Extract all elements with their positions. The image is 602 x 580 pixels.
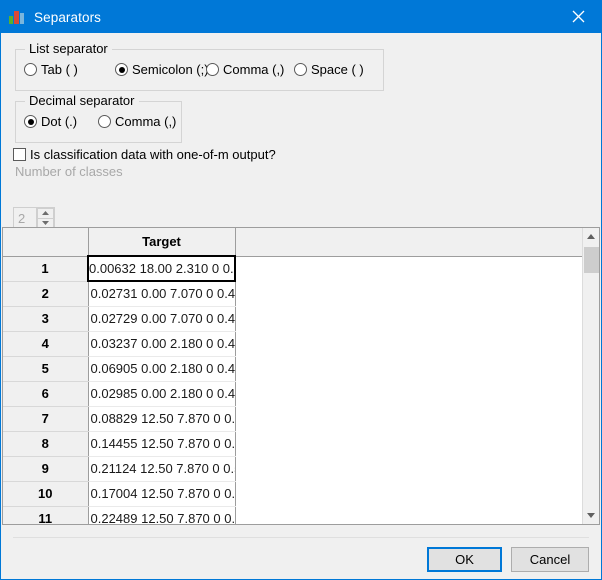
radio-dot-icon [24, 115, 37, 128]
radio-decimal-comma[interactable]: Comma (,) [98, 114, 176, 129]
row-number[interactable]: 10 [3, 481, 89, 507]
row-number[interactable]: 9 [3, 456, 89, 482]
radio-comma[interactable]: Comma (,) [206, 62, 284, 77]
radio-dot-icon [206, 63, 219, 76]
radio-dot-label: Dot (.) [41, 114, 78, 129]
row-number[interactable]: 3 [3, 306, 89, 332]
row-number[interactable]: 11 [3, 506, 89, 524]
preview-table: Target 10.00632 18.00 2.310 0 0.5380 620… [3, 228, 584, 524]
scroll-up-icon[interactable] [583, 228, 599, 245]
empty-cell[interactable] [235, 356, 584, 381]
list-separator-legend: List separator [25, 41, 112, 56]
target-cell[interactable]: 0.03237 0.00 2.180 0 0.4580 6 [88, 331, 236, 357]
checkbox-icon [13, 148, 26, 161]
target-cell[interactable]: 0.02731 0.00 7.070 0 0.4690 6 [88, 281, 236, 307]
column-header-empty[interactable] [235, 228, 584, 257]
empty-cell[interactable] [235, 506, 584, 524]
empty-cell[interactable] [235, 431, 584, 456]
classification-checkbox[interactable]: Is classification data with one-of-m out… [13, 147, 276, 162]
cancel-button[interactable]: Cancel [511, 547, 589, 572]
radio-space[interactable]: Space ( ) [294, 62, 364, 77]
target-cell[interactable]: 0.02985 0.00 2.180 0 0.4580 6 [88, 381, 236, 407]
close-icon[interactable] [555, 1, 601, 32]
column-header-rownum[interactable] [3, 228, 89, 257]
row-number[interactable]: 2 [3, 281, 89, 307]
vertical-scrollbar[interactable] [582, 228, 599, 524]
empty-cell[interactable] [235, 406, 584, 431]
table-row[interactable]: 110.22489 12.50 7.870 0 0.5240 [3, 506, 584, 524]
empty-cell[interactable] [235, 456, 584, 481]
column-header-target[interactable]: Target [88, 228, 236, 257]
stepper-arrows[interactable] [36, 208, 54, 228]
number-of-classes-stepper[interactable]: 2 [13, 207, 55, 229]
empty-cell[interactable] [235, 481, 584, 506]
row-number[interactable]: 6 [3, 381, 89, 407]
dialog-body: List separator Tab ( ) Semicolon (;) Com… [1, 33, 601, 579]
classification-checkbox-label: Is classification data with one-of-m out… [30, 147, 276, 162]
table-header-row: Target [3, 228, 584, 257]
list-separator-group: List separator Tab ( ) Semicolon (;) Com… [15, 41, 384, 91]
radio-dot-icon [294, 63, 307, 76]
table-row[interactable]: 60.02985 0.00 2.180 0 0.4580 6 [3, 381, 584, 407]
empty-cell[interactable] [235, 381, 584, 406]
radio-tab[interactable]: Tab ( ) [24, 62, 78, 77]
empty-cell[interactable] [235, 306, 584, 331]
table-row[interactable]: 30.02729 0.00 7.070 0 0.4690 7 [3, 306, 584, 332]
table-row[interactable]: 90.21124 12.50 7.870 0 0.5240 [3, 456, 584, 482]
number-of-classes-value: 2 [18, 210, 26, 226]
empty-cell[interactable] [235, 331, 584, 356]
radio-semicolon[interactable]: Semicolon (;) [115, 62, 209, 77]
target-cell[interactable]: 0.22489 12.50 7.870 0 0.5240 [88, 506, 236, 524]
footer-divider [13, 537, 589, 538]
radio-dot[interactable]: Dot (.) [24, 114, 77, 129]
target-cell[interactable]: 0.06905 0.00 2.180 0 0.4580 7 [88, 356, 236, 382]
table-row[interactable]: 40.03237 0.00 2.180 0 0.4580 6 [3, 331, 584, 357]
decimal-separator-group: Decimal separator Dot (.) Comma (,) [15, 93, 182, 143]
separators-dialog: Separators List separator Tab ( ) Semico… [0, 0, 602, 580]
radio-tab-label: Tab ( ) [41, 62, 78, 77]
radio-dot-icon [98, 115, 111, 128]
row-number[interactable]: 4 [3, 331, 89, 357]
target-cell[interactable]: 0.00632 18.00 2.310 0 0.5380 6 [87, 255, 236, 282]
ok-button[interactable]: OK [427, 547, 502, 572]
window-title: Separators [34, 9, 102, 25]
table-row[interactable]: 80.14455 12.50 7.870 0 0.5240 [3, 431, 584, 457]
stepper-up-icon[interactable] [37, 208, 54, 218]
title-bar: Separators [1, 1, 601, 33]
decimal-separator-legend: Decimal separator [25, 93, 139, 108]
row-number[interactable]: 1 [3, 256, 89, 282]
target-cell[interactable]: 0.08829 12.50 7.870 0 0.5240 [88, 406, 236, 432]
target-cell[interactable]: 0.02729 0.00 7.070 0 0.4690 7 [88, 306, 236, 332]
empty-cell[interactable] [235, 256, 584, 281]
table-row[interactable]: 20.02731 0.00 7.070 0 0.4690 6 [3, 281, 584, 307]
preview-grid: Target 10.00632 18.00 2.310 0 0.5380 620… [3, 228, 584, 524]
preview-table-container: Target 10.00632 18.00 2.310 0 0.5380 620… [2, 227, 600, 525]
radio-space-label: Space ( ) [311, 62, 364, 77]
table-row[interactable]: 50.06905 0.00 2.180 0 0.4580 7 [3, 356, 584, 382]
target-cell[interactable]: 0.17004 12.50 7.870 0 0.5240 [88, 481, 236, 507]
table-row[interactable]: 100.17004 12.50 7.870 0 0.5240 [3, 481, 584, 507]
table-row[interactable]: 10.00632 18.00 2.310 0 0.5380 6 [3, 255, 584, 282]
table-row[interactable]: 70.08829 12.50 7.870 0 0.5240 [3, 406, 584, 432]
row-number[interactable]: 7 [3, 406, 89, 432]
scrollbar-thumb[interactable] [584, 247, 599, 273]
target-cell[interactable]: 0.14455 12.50 7.870 0 0.5240 [88, 431, 236, 457]
radio-dot-icon [24, 63, 37, 76]
radio-comma-label: Comma (,) [223, 62, 285, 77]
target-cell[interactable]: 0.21124 12.50 7.870 0 0.5240 [88, 456, 236, 482]
row-number[interactable]: 5 [3, 356, 89, 382]
bar-chart-icon [9, 9, 25, 25]
number-of-classes-label: Number of classes [15, 164, 123, 179]
scroll-down-icon[interactable] [583, 507, 599, 524]
radio-semicolon-label: Semicolon (;) [132, 62, 209, 77]
row-number[interactable]: 8 [3, 431, 89, 457]
radio-decimal-comma-label: Comma (,) [115, 114, 177, 129]
radio-dot-icon [115, 63, 128, 76]
empty-cell[interactable] [235, 281, 584, 306]
